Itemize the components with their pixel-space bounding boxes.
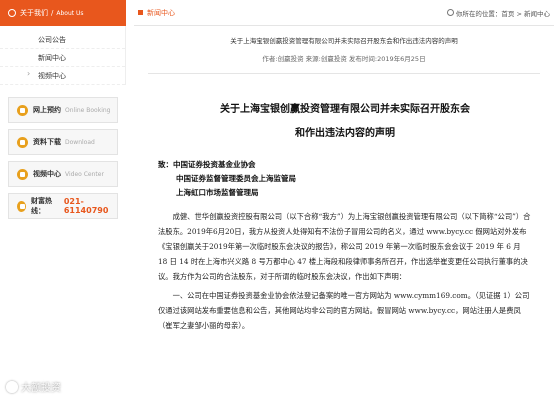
sidebar-header: 关于我们 / About Us	[0, 0, 126, 26]
download-label-en: Download	[65, 138, 95, 146]
phone-icon	[17, 200, 27, 212]
download-icon	[17, 136, 28, 148]
watermark-text: 大额投资	[21, 383, 61, 394]
body-paragraph: 成健、世华创赢投资控股有限公司（以下合称“我方”）为上海宝银创赢投资管理有限公司…	[158, 212, 531, 281]
online-booking-label: 网上预约	[33, 106, 61, 114]
content-top-bar: 新闻中心 你所在的位置：首页 > 新闻中心	[134, 0, 554, 26]
section-title: 新闻中心	[138, 8, 175, 18]
video-center-link[interactable]: 视频中心 Video Center	[8, 161, 118, 187]
section-title-label: 新闻中心	[147, 8, 175, 17]
hotline-label: 财富热线：	[31, 197, 53, 215]
breadcrumb-text[interactable]: 你所在的位置：首页 > 新闻中心	[456, 8, 550, 18]
sidebar-header-separator: /	[51, 9, 54, 17]
sidebar-item-video[interactable]: 视频中心	[0, 67, 125, 85]
document-title-line1: 关于上海宝银创赢投资管理有限公司并未实际召开股东会	[220, 104, 470, 115]
addressee-line: 中国证券监督管理委员会上海监管局	[176, 174, 296, 183]
sidebar-item-label: 公司公告	[38, 35, 66, 44]
location-icon	[446, 9, 454, 16]
sidebar-item-announcements[interactable]: 公司公告	[0, 31, 125, 49]
download-link[interactable]: 资料下载 Download	[8, 129, 118, 155]
sidebar-item-label: 视频中心	[38, 71, 66, 80]
addressee-list: 致：中国证券投资基金业协会 中国证券监督管理委员会上海监管局 上海虹口市场监督管…	[158, 158, 532, 200]
article-header: 关于上海宝银创赢投资管理有限公司并未实际召开股东会和作出违法内容的声明 作者:创…	[134, 35, 554, 63]
video-icon	[17, 168, 28, 180]
main-content: 新闻中心 你所在的位置：首页 > 新闻中心 关于上海宝银创赢投资管理有限公司并未…	[134, 0, 554, 401]
article-body: 关于上海宝银创赢投资管理有限公司并未实际召开股东会 和作出违法内容的声明 致：中…	[134, 100, 554, 333]
watermark: 大额投资	[6, 379, 61, 394]
addressee-line: 上海虹口市场监督管理局	[176, 188, 259, 197]
sidebar-item-label: 新闻中心	[38, 53, 66, 62]
globe-icon	[7, 9, 16, 18]
sidebar-item-news[interactable]: 新闻中心	[0, 49, 125, 67]
body-paragraph: 一、公司在中国证券投资基金业协会依法登记备案的唯一官方网站为 www.cymm1…	[158, 291, 530, 330]
sidebar-nav: 公司公告 新闻中心 视频中心	[0, 26, 126, 85]
online-booking-link[interactable]: 网上预约 Online Booking	[8, 97, 118, 123]
watermark-logo-icon	[6, 380, 18, 393]
article-meta: 作者:创赢投资 来源:创赢投资 发布时间:2019年6月25日	[262, 55, 426, 63]
hotline-number: 021-61140790	[63, 197, 109, 215]
document-title-line2: 和作出违法内容的声明	[295, 128, 395, 139]
divider	[148, 73, 540, 74]
breadcrumb[interactable]: 你所在的位置：首页 > 新闻中心	[446, 8, 550, 18]
sidebar-header-title-en: About Us	[56, 9, 84, 17]
hotline-box: 财富热线： 021-61140790	[8, 193, 118, 219]
video-center-label-en: Video Center	[65, 170, 104, 178]
square-bullet-icon	[138, 10, 143, 15]
chevron-right-icon	[27, 69, 32, 78]
sidebar: 关于我们 / About Us 公司公告 新闻中心 视频中心 网上预约 Onli…	[0, 0, 126, 401]
video-center-label: 视频中心	[33, 170, 61, 178]
addressee-line: 致：中国证券投资基金业协会	[158, 160, 256, 169]
article-title: 关于上海宝银创赢投资管理有限公司并未实际召开股东会和作出违法内容的声明	[230, 37, 458, 45]
download-label: 资料下载	[33, 138, 61, 146]
booking-icon	[17, 104, 28, 116]
sidebar-header-title: 关于我们	[20, 9, 48, 17]
online-booking-label-en: Online Booking	[65, 106, 111, 114]
